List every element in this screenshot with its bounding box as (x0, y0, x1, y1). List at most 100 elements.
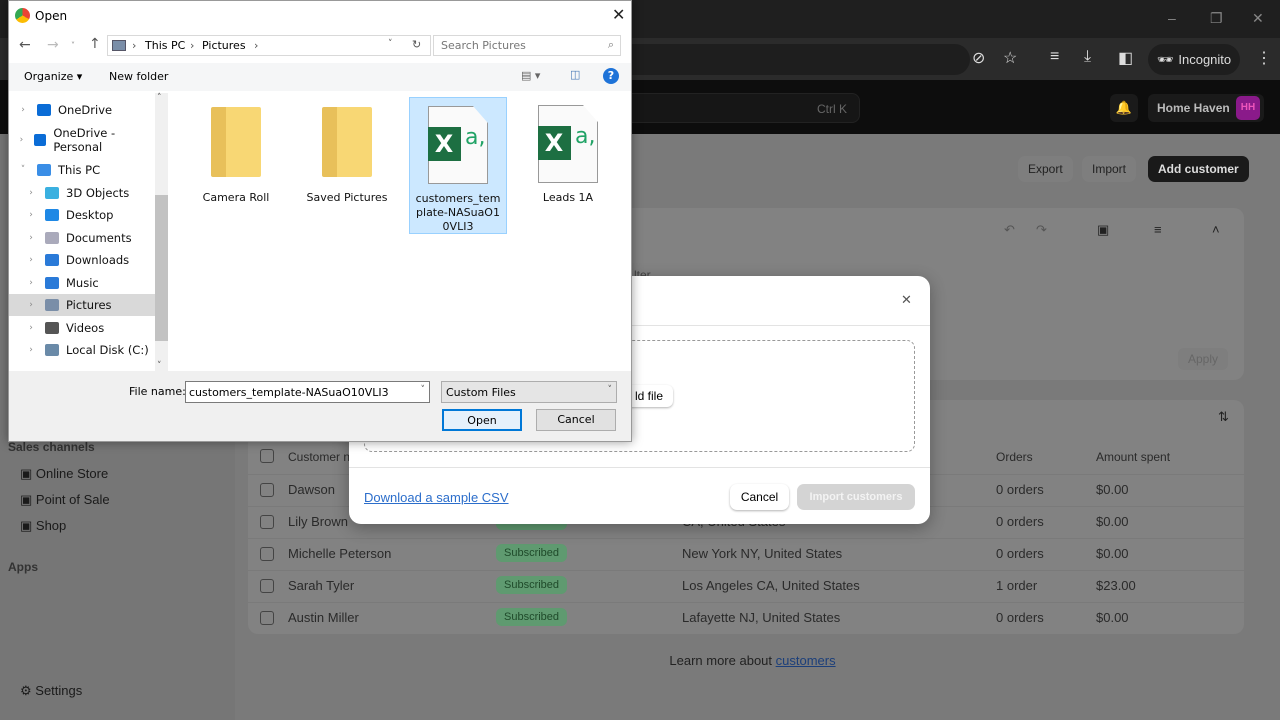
avatar: HH (1236, 96, 1260, 120)
dialog-title: Open (35, 9, 68, 23)
select-all-checkbox[interactable] (260, 449, 274, 463)
close-icon[interactable]: ✕ (1252, 10, 1264, 27)
import-customers-button[interactable]: Import customers (797, 484, 915, 510)
row-checkbox[interactable] (260, 579, 274, 593)
sidebar-item-settings[interactable]: ⚙ Settings (20, 683, 82, 699)
nav-item[interactable]: › OneDrive (9, 99, 155, 121)
download-sample-csv-link[interactable]: Download a sample CSV (364, 490, 509, 505)
customers-link[interactable]: customers (776, 653, 836, 668)
nav-item[interactable]: › 3D Objects (9, 182, 155, 204)
sidebar-item-shop[interactable]: ▣ Shop (20, 518, 66, 534)
file-item[interactable]: Saved Pictures (298, 97, 396, 234)
customer-name[interactable]: Dawson (288, 482, 335, 497)
nav-item[interactable]: › OneDrive - Personal (9, 126, 155, 154)
row-checkbox[interactable] (260, 483, 274, 497)
row-checkbox[interactable] (260, 515, 274, 529)
sidebar-item-point-of-sale[interactable]: ▣ Point of Sale (20, 492, 110, 508)
view-options-icon[interactable]: ▤ ▾ (521, 69, 540, 82)
collapse-icon[interactable]: ˄ (1212, 222, 1220, 237)
refresh-icon[interactable]: ↻ (412, 38, 421, 51)
file-item[interactable]: Xa, Leads 1A (519, 97, 617, 234)
chevron-down-icon[interactable]: ˅ (421, 385, 426, 395)
address-breadcrumb[interactable]: › This PC › Pictures › ˅ ↻ (107, 35, 431, 56)
nav-item[interactable]: › Desktop (9, 204, 155, 226)
nav-scrollbar[interactable]: ˄ ˅ (155, 93, 168, 371)
nav-item[interactable]: › Downloads (9, 249, 155, 271)
chevron-down-icon[interactable]: ˅ (388, 39, 393, 49)
cancel-button[interactable]: Cancel (536, 409, 616, 431)
side-panel-icon[interactable]: ◧ (1118, 48, 1133, 68)
forward-icon[interactable]: → (47, 37, 59, 53)
nav-item[interactable]: › Documents (9, 227, 155, 249)
sort-icon[interactable]: ⇅ (1218, 409, 1229, 425)
apply-button[interactable]: Apply (1178, 348, 1228, 370)
file-item[interactable]: Xa, customers_template-NASuaO10VLI3 (409, 97, 507, 234)
cancel-button[interactable]: Cancel (730, 484, 789, 510)
expand-chevron-icon[interactable]: › (17, 345, 45, 355)
customer-name[interactable]: Sarah Tyler (288, 578, 354, 593)
redo-icon[interactable]: ↷ (1036, 222, 1047, 238)
help-icon[interactable]: ? (603, 68, 619, 84)
address-bar[interactable] (600, 44, 970, 75)
row-checkbox[interactable] (260, 547, 274, 561)
nav-item[interactable]: › Pictures (9, 294, 155, 316)
column-header[interactable]: Orders (996, 450, 1033, 464)
close-icon[interactable]: ✕ (612, 5, 625, 24)
star-icon[interactable]: ☆ (1003, 48, 1017, 68)
new-folder-button[interactable]: New folder (109, 70, 168, 83)
open-button[interactable]: Open (442, 409, 522, 431)
filter-icon[interactable]: ≡ (1154, 222, 1162, 237)
expand-chevron-icon[interactable]: › (17, 233, 45, 243)
add-customer-button[interactable]: Add customer (1148, 156, 1249, 182)
expand-chevron-icon[interactable]: ˅ (9, 165, 37, 175)
columns-icon[interactable]: ▣ (1097, 222, 1109, 238)
expand-chevron-icon[interactable]: › (17, 210, 45, 220)
media-icon[interactable]: ≡ (1050, 48, 1059, 66)
customer-name[interactable]: Michelle Peterson (288, 546, 391, 561)
expand-chevron-icon[interactable]: › (17, 323, 45, 333)
status-badge: Subscribed (496, 608, 568, 626)
nav-item[interactable]: › Music (9, 272, 155, 294)
search-input[interactable]: Search Pictures ⌕ (433, 35, 621, 56)
incognito-badge[interactable]: 🕶 Incognito (1148, 44, 1240, 75)
search-input[interactable]: Ctrl K (600, 93, 860, 123)
customer-name[interactable]: Austin Miller (288, 610, 359, 625)
file-type-select[interactable]: Custom Files ˅ (441, 381, 617, 403)
back-icon[interactable]: ← (19, 37, 31, 53)
nav-item[interactable]: ˅ This PC (9, 159, 155, 181)
minimize-icon[interactable]: – (1168, 10, 1176, 26)
up-icon[interactable]: ↑ (89, 36, 101, 52)
expand-chevron-icon[interactable]: › (17, 188, 45, 198)
expand-chevron-icon[interactable]: › (17, 278, 45, 288)
recent-chevron-icon[interactable]: ˅ (71, 41, 75, 50)
organize-button[interactable]: Organize ▾ (24, 70, 82, 83)
close-icon[interactable]: ✕ (901, 292, 912, 308)
bell-icon[interactable]: 🔔 (1110, 94, 1138, 122)
preview-pane-icon[interactable]: ◫ (570, 68, 580, 81)
expand-chevron-icon[interactable]: › (17, 300, 45, 310)
menu-icon[interactable]: ⋮ (1256, 48, 1272, 68)
column-header[interactable]: Amount spent (1096, 450, 1170, 464)
customer-name[interactable]: Lily Brown (288, 514, 348, 529)
restore-icon[interactable]: ❐ (1210, 10, 1223, 27)
undo-icon[interactable]: ↶ (1004, 222, 1015, 238)
download-icon[interactable]: ⤓ (1084, 48, 1091, 66)
sales-channels-heading: Sales channels (8, 440, 95, 454)
sidebar-item-online-store[interactable]: ▣ Online Store (20, 466, 108, 482)
export-button[interactable]: Export (1018, 156, 1073, 182)
expand-chevron-icon[interactable]: › (17, 255, 45, 265)
video-icon (45, 322, 59, 334)
eye-off-icon[interactable]: ⊘ (972, 48, 985, 68)
file-item[interactable]: Camera Roll (187, 97, 285, 234)
breadcrumb-item[interactable]: This PC (145, 39, 185, 52)
nav-item[interactable]: › Videos (9, 317, 155, 339)
breadcrumb-item[interactable]: Pictures (202, 39, 246, 52)
row-checkbox[interactable] (260, 611, 274, 625)
file-name-input[interactable]: customers_template-NASuaO10VLI3 ˅ (185, 381, 430, 403)
apps-heading[interactable]: Apps (8, 560, 38, 574)
cube-icon (45, 187, 59, 199)
nav-item[interactable]: › Local Disk (C:) (9, 339, 155, 361)
import-button[interactable]: Import (1082, 156, 1137, 182)
expand-chevron-icon[interactable]: › (9, 135, 34, 145)
expand-chevron-icon[interactable]: › (9, 105, 37, 115)
